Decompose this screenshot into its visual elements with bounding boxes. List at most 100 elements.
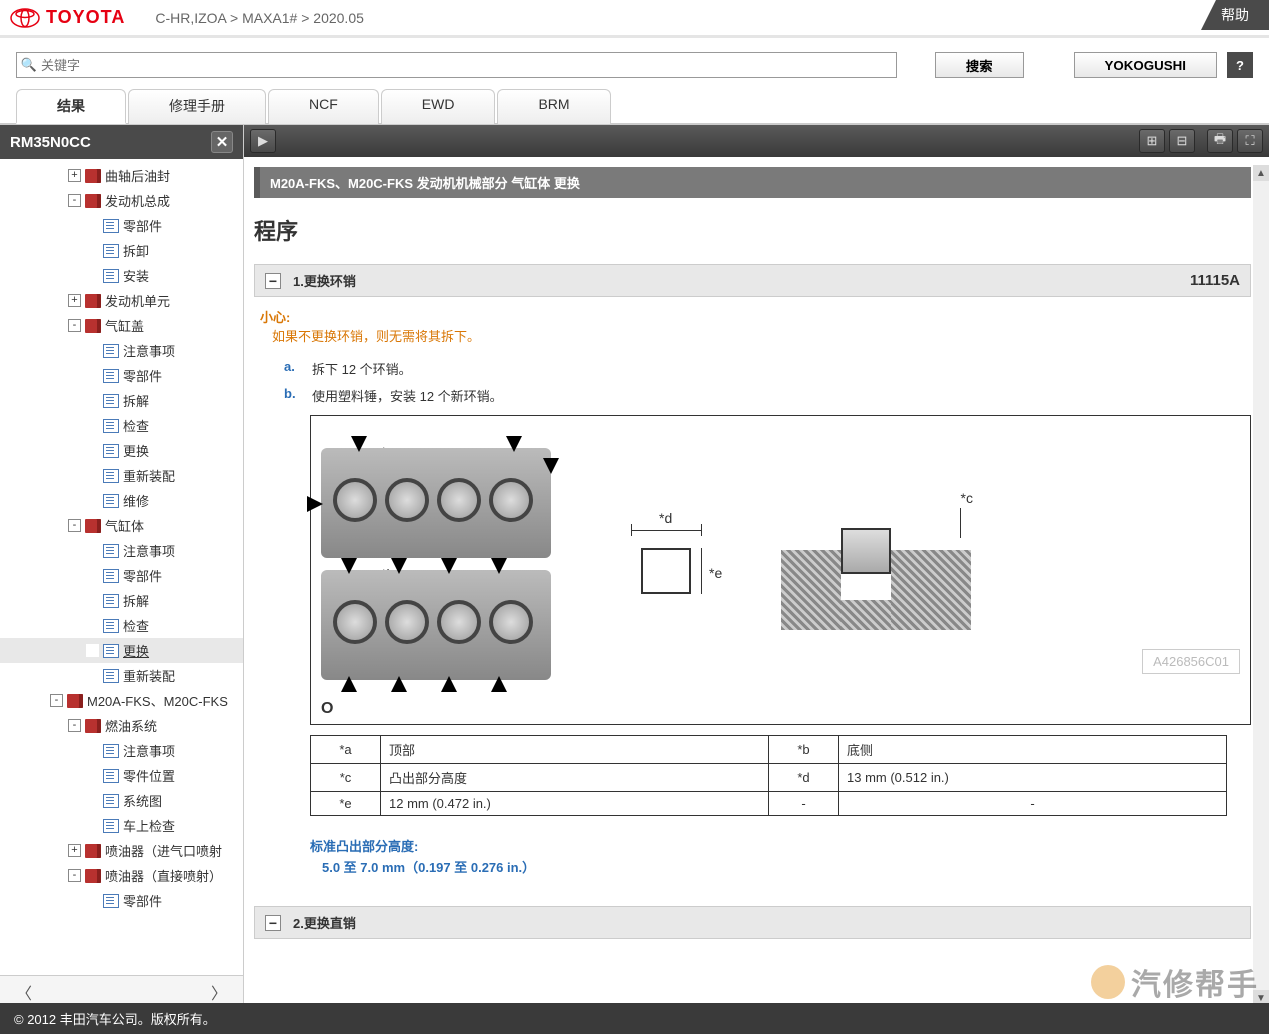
- brand-name: TOYOTA: [46, 7, 125, 28]
- tree-item[interactable]: - 气缸体: [0, 513, 243, 538]
- doc-id: RM35N0CC: [10, 134, 91, 151]
- expand-icon: [86, 269, 99, 282]
- ref-e: *e: [709, 565, 722, 581]
- tree-item[interactable]: 零部件: [0, 213, 243, 238]
- prev-arrow-icon[interactable]: 〈: [8, 980, 40, 1004]
- tab-repair-manual[interactable]: 修理手册: [128, 89, 266, 124]
- search-input[interactable]: [41, 58, 896, 73]
- tree-item[interactable]: 更换: [0, 638, 243, 663]
- expand-icon[interactable]: -: [68, 519, 81, 532]
- top-header: TOYOTA C-HR,IZOA > MAXA1# > 2020.05 帮助: [0, 0, 1269, 38]
- yokogushi-button[interactable]: YOKOGUSHI: [1074, 52, 1217, 78]
- tree-label: 喷油器（直接喷射）: [105, 866, 222, 885]
- help-icon[interactable]: ?: [1227, 52, 1253, 78]
- tree-item[interactable]: 零部件: [0, 363, 243, 388]
- expand-icon[interactable]: -: [68, 869, 81, 882]
- step-2-header[interactable]: − 2.更换直销: [254, 906, 1251, 939]
- tree-item[interactable]: -M20A-FKS、M20C-FKS: [0, 688, 243, 713]
- expand-icon[interactable]: +: [68, 294, 81, 307]
- next-arrow-icon[interactable]: 〉: [203, 980, 235, 1004]
- tree-item[interactable]: 拆卸: [0, 238, 243, 263]
- search-bar: 🔍 搜索 YOKOGUSHI ?: [0, 38, 1269, 88]
- search-icon: 🔍: [17, 57, 41, 73]
- search-button[interactable]: 搜索: [935, 52, 1024, 78]
- tree-item[interactable]: 重新装配: [0, 663, 243, 688]
- expand-icon: [86, 644, 99, 657]
- tree-label: 燃油系统: [105, 716, 157, 735]
- doc-icon: [103, 794, 119, 808]
- tab-results[interactable]: 结果: [16, 89, 126, 124]
- tree-label: 注意事项: [123, 741, 175, 760]
- tree-item[interactable]: -发动机总成: [0, 188, 243, 213]
- tree-item[interactable]: 维修: [0, 488, 243, 513]
- tree-item[interactable]: 车上检查: [0, 813, 243, 838]
- fullscreen-button[interactable]: ⛶: [1237, 129, 1263, 153]
- pin-install-diagram: *c: [781, 490, 981, 650]
- tree-item[interactable]: + 曲轴后油封: [0, 163, 243, 188]
- tree-item[interactable]: 更换: [0, 438, 243, 463]
- expand-icon[interactable]: -: [50, 694, 63, 707]
- help-button[interactable]: 帮助: [1201, 0, 1269, 30]
- expand-icon: [86, 369, 99, 382]
- table-row: *c凸出部分高度*d13 mm (0.512 in.): [311, 764, 1227, 792]
- expand-icon: [86, 469, 99, 482]
- tree-item[interactable]: 系统图: [0, 788, 243, 813]
- tree-item[interactable]: 注意事项: [0, 338, 243, 363]
- doc-icon: [103, 894, 119, 908]
- tree-label: 检查: [123, 416, 149, 435]
- tree-item[interactable]: 拆解: [0, 588, 243, 613]
- tree-item[interactable]: 重新装配: [0, 463, 243, 488]
- tree-item[interactable]: 安装: [0, 263, 243, 288]
- standard-label: 标准凸出部分高度:: [310, 836, 1251, 855]
- expand-icon[interactable]: +: [68, 844, 81, 857]
- document-body[interactable]: M20A-FKS、M20C-FKS 发动机机械部分 气缸体 更换 程序 − 1.…: [244, 157, 1269, 1008]
- tree-item[interactable]: - 喷油器（直接喷射）: [0, 863, 243, 888]
- tree-item[interactable]: +发动机单元: [0, 288, 243, 313]
- close-icon[interactable]: ✕: [211, 131, 233, 153]
- tree-item[interactable]: 注意事项: [0, 738, 243, 763]
- content-toolbar: ▶ ⊞ ⊟ 🖶 ⛶: [244, 125, 1269, 157]
- substep-a: a. 拆下 12 个环销。: [284, 359, 1251, 378]
- collapse-icon[interactable]: −: [265, 273, 281, 289]
- book-icon: [85, 719, 101, 733]
- expand-icon[interactable]: -: [68, 319, 81, 332]
- collapse-button[interactable]: ⊟: [1169, 129, 1195, 153]
- tree-label: 拆解: [123, 391, 149, 410]
- section-heading: 程序: [254, 214, 1251, 246]
- main-tabs: 结果 修理手册 NCF EWD BRM: [0, 88, 1269, 125]
- ref-c: *c: [961, 490, 973, 506]
- tab-ncf[interactable]: NCF: [268, 89, 379, 124]
- expand-icon[interactable]: -: [68, 194, 81, 207]
- doc-icon: [103, 344, 119, 358]
- book-icon: [85, 319, 101, 333]
- expand-button[interactable]: ⊞: [1139, 129, 1165, 153]
- tree-label: 注意事项: [123, 341, 175, 360]
- tree-item[interactable]: 拆解: [0, 388, 243, 413]
- tree-item[interactable]: 零部件: [0, 563, 243, 588]
- spec-table: *a顶部*b底侧 *c凸出部分高度*d13 mm (0.512 in.) *e1…: [310, 735, 1227, 816]
- expand-icon[interactable]: -: [68, 719, 81, 732]
- expand-icon: [86, 594, 99, 607]
- expand-icon[interactable]: +: [68, 169, 81, 182]
- collapse-icon[interactable]: −: [265, 915, 281, 931]
- doc-icon: [103, 669, 119, 683]
- tree-item[interactable]: +喷油器（进气口喷射: [0, 838, 243, 863]
- nav-tree[interactable]: +曲轴后油封-发动机总成零部件拆卸安装+发动机单元-气缸盖注意事项零部件拆解检查…: [0, 159, 243, 975]
- tree-item[interactable]: 零部件: [0, 888, 243, 913]
- forward-button[interactable]: ▶: [250, 129, 276, 153]
- tree-item[interactable]: 检查: [0, 613, 243, 638]
- tab-brm[interactable]: BRM: [497, 89, 610, 124]
- tree-item[interactable]: 检查: [0, 413, 243, 438]
- scroll-up-icon[interactable]: ▲: [1253, 165, 1269, 181]
- tree-label: 曲轴后油封: [105, 166, 170, 185]
- scrollbar[interactable]: ▲ ▼: [1253, 165, 1269, 1006]
- tree-item[interactable]: 注意事项: [0, 538, 243, 563]
- tree-label: 气缸体: [105, 516, 144, 535]
- breadcrumb[interactable]: C-HR,IZOA > MAXA1# > 2020.05: [155, 10, 364, 26]
- tab-ewd[interactable]: EWD: [381, 89, 496, 124]
- tree-item[interactable]: - 燃油系统: [0, 713, 243, 738]
- tree-item[interactable]: -气缸盖: [0, 313, 243, 338]
- print-button[interactable]: 🖶: [1207, 129, 1233, 153]
- step-1-header[interactable]: − 1.更换环销 11115A: [254, 264, 1251, 297]
- tree-item[interactable]: 零件位置: [0, 763, 243, 788]
